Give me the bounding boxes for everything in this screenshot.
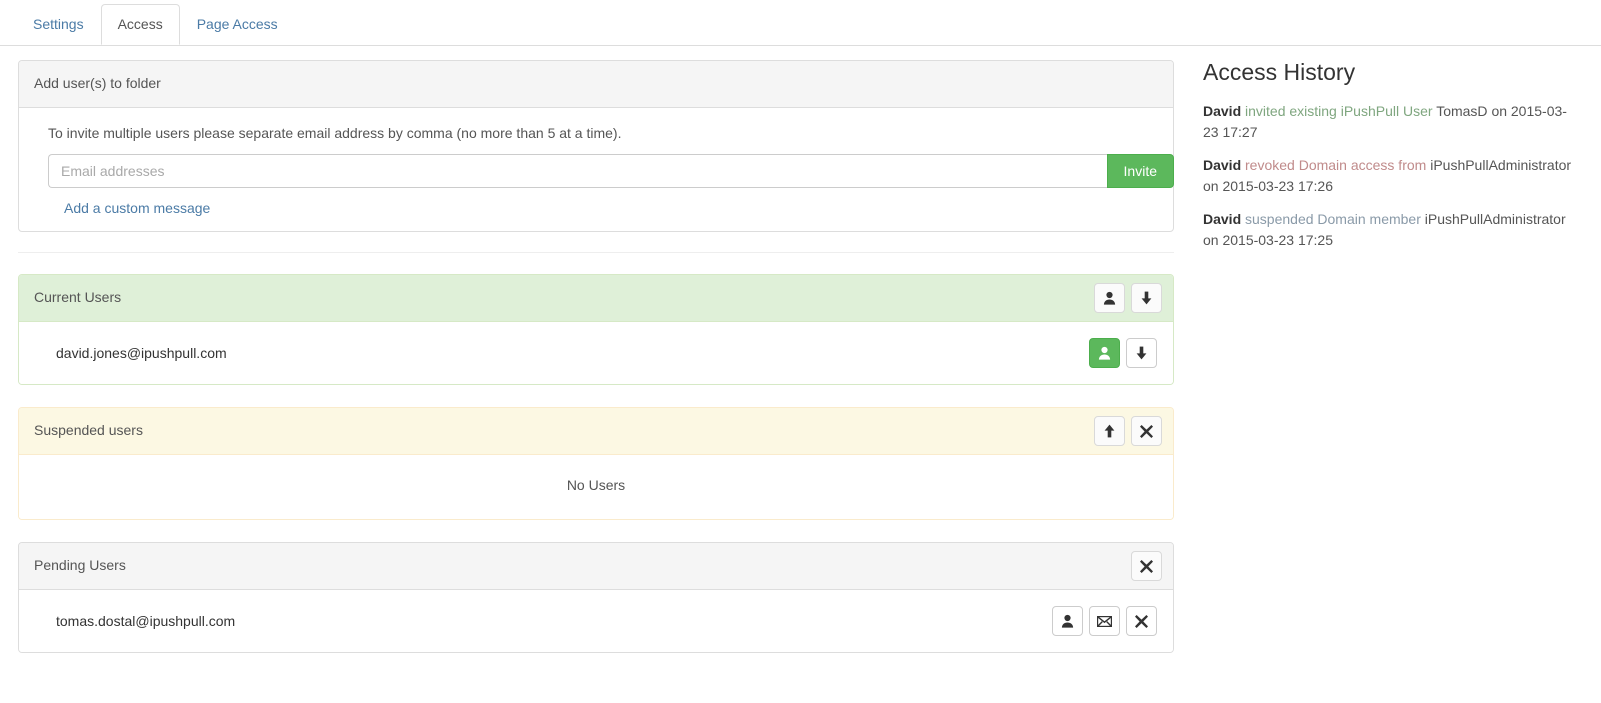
history-timestamp: on 2015-03-23 17:25: [1203, 232, 1333, 249]
access-history-entry: David suspended Domain member iPushPullA…: [1203, 209, 1573, 251]
email-addresses-input[interactable]: [48, 154, 1107, 188]
access-history-entry: David invited existing iPushPull User To…: [1203, 101, 1573, 143]
history-actor: David: [1203, 103, 1242, 120]
person-icon: [1103, 291, 1116, 305]
person-icon: [1061, 614, 1074, 628]
arrow-down-icon: [1141, 291, 1152, 305]
pending-user-resend-invite-button[interactable]: [1089, 606, 1120, 636]
invite-button[interactable]: Invite: [1106, 154, 1174, 188]
add-custom-message-link[interactable]: Add a custom message: [64, 200, 210, 216]
history-action: suspended Domain member: [1245, 211, 1421, 228]
current-user-suspend-button[interactable]: [1126, 338, 1157, 368]
access-main-column: Add user(s) to folder To invite multiple…: [18, 60, 1174, 653]
access-history-title: Access History: [1203, 59, 1356, 85]
pending-users-panel-header: Pending Users: [19, 543, 1173, 590]
add-users-panel-body: To invite multiple users please separate…: [19, 108, 1174, 231]
spacer-after-suspended-users: [18, 520, 1174, 542]
add-users-panel-header: Add user(s) to folder: [19, 61, 1173, 108]
invite-input-group: Invite: [48, 154, 1174, 188]
history-timestamp: on 2015-03-23 17:26: [1203, 178, 1333, 195]
table-row: tomas.dostal@ipushpull.com: [19, 590, 1173, 652]
current-user-email: david.jones@ipushpull.com: [56, 345, 227, 361]
pending-user-row-actions: [1052, 606, 1157, 636]
pending-users-title: Pending Users: [34, 557, 126, 573]
suspended-users-panel-header: Suspended users: [19, 408, 1173, 455]
add-users-title: Add user(s) to folder: [34, 75, 161, 91]
pending-user-admin-button[interactable]: [1052, 606, 1083, 636]
access-history-entry: David revoked Domain access from iPushPu…: [1203, 155, 1573, 197]
history-action: invited existing iPushPull User: [1245, 103, 1433, 120]
current-users-title: Current Users: [34, 289, 122, 305]
add-users-panel: Add user(s) to folder To invite multiple…: [18, 60, 1174, 232]
current-users-suspend-button[interactable]: [1131, 283, 1162, 313]
invite-hint-text: To invite multiple users please separate…: [48, 125, 622, 141]
envelope-icon: [1097, 615, 1112, 627]
table-row: david.jones@ipushpull.com: [19, 322, 1173, 384]
current-users-header-actions: [1094, 283, 1162, 313]
history-target: iPushPullAdministrator: [1430, 157, 1572, 174]
panel-separator: [18, 252, 1174, 253]
pending-user-email: tomas.dostal@ipushpull.com: [56, 613, 236, 629]
history-target: iPushPullAdministrator: [1424, 211, 1566, 228]
spacer-after-current-users: [18, 385, 1174, 407]
suspended-users-header-actions: [1094, 416, 1162, 446]
tab-access[interactable]: Access: [100, 4, 180, 45]
tab-settings[interactable]: Settings: [16, 4, 101, 45]
tab-bar: Settings Access Page Access: [0, 0, 1601, 46]
page-content: Add user(s) to folder To invite multiple…: [0, 46, 1601, 703]
suspended-users-title: Suspended users: [34, 422, 143, 438]
tab-page-access[interactable]: Page Access: [180, 4, 295, 45]
history-actor: David: [1203, 211, 1242, 228]
close-icon: [1135, 614, 1148, 628]
pending-users-panel: Pending Users tomas.dostal@ipushpull.com: [18, 542, 1174, 653]
pending-user-cancel-button[interactable]: [1126, 606, 1157, 636]
current-users-panel-header: Current Users: [19, 275, 1173, 322]
history-action: revoked Domain access from: [1245, 157, 1427, 174]
current-users-make-admin-button[interactable]: [1094, 283, 1125, 313]
suspended-users-remove-button[interactable]: [1131, 416, 1162, 446]
arrow-down-icon: [1136, 346, 1147, 360]
current-user-admin-button[interactable]: [1089, 338, 1120, 368]
suspended-users-restore-button[interactable]: [1094, 416, 1125, 446]
arrow-up-icon: [1104, 424, 1115, 438]
suspended-users-empty-text: No Users: [19, 455, 1173, 519]
close-icon: [1140, 559, 1153, 573]
access-history-column: Access History David invited existing iP…: [1203, 59, 1583, 263]
suspended-users-panel: Suspended users No Users: [18, 407, 1174, 520]
history-target: TomasD: [1436, 103, 1488, 120]
current-user-row-actions: [1089, 338, 1157, 368]
current-users-panel: Current Users david.jones@ipushpull.com: [18, 274, 1174, 385]
pending-users-header-actions: [1131, 551, 1162, 581]
close-icon: [1140, 424, 1153, 438]
pending-users-cancel-all-button[interactable]: [1131, 551, 1162, 581]
person-icon: [1098, 346, 1111, 360]
history-actor: David: [1203, 157, 1242, 174]
